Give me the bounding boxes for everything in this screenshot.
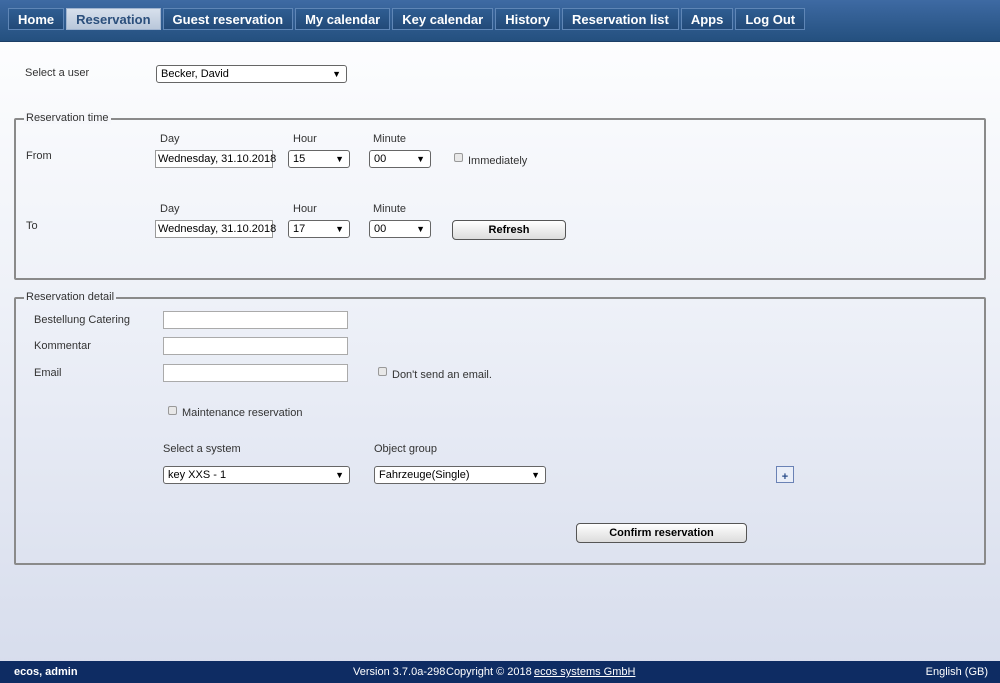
from-hour-label: Hour: [293, 133, 317, 145]
object-group-select[interactable]: Fahrzeuge(Single) ▼: [374, 466, 546, 484]
nav-my-calendar[interactable]: My calendar: [295, 8, 391, 30]
plus-icon: +: [781, 471, 789, 483]
from-minute-label: Minute: [373, 133, 407, 145]
reservation-time-legend: Reservation time: [24, 112, 111, 124]
nav-key-calendar[interactable]: Key calendar: [392, 8, 494, 30]
to-minute-value: 00: [374, 223, 387, 235]
footer-user: ecos, admin: [14, 666, 78, 678]
select-user-label: Select a user: [25, 67, 90, 79]
from-minute-value: 00: [374, 153, 387, 165]
nav-guest-reservation[interactable]: Guest reservation: [162, 8, 294, 30]
system-select[interactable]: key XXS - 1 ▼: [163, 466, 350, 484]
nav-apps[interactable]: Apps: [680, 8, 734, 30]
footer-copyright: Copyright © 2018: [446, 666, 532, 678]
system-select-value: key XXS - 1: [168, 469, 227, 481]
email-label: Email: [34, 367, 62, 379]
comment-label: Kommentar: [34, 340, 91, 352]
from-day-label: Day: [160, 133, 180, 145]
system-label: Select a system: [163, 443, 241, 455]
maintenance-label: Maintenance reservation: [182, 407, 303, 419]
footer-version: Version 3.7.0a-298: [353, 666, 446, 678]
from-label: From: [26, 150, 52, 162]
from-hour-select[interactable]: 15 ▼: [288, 150, 350, 168]
reservation-detail-panel: [14, 297, 986, 565]
immediately-label: Immediately: [468, 155, 528, 167]
catering-label: Bestellung Catering: [34, 314, 131, 326]
nav-history[interactable]: History: [495, 8, 560, 30]
to-hour-value: 17: [293, 223, 306, 235]
maintenance-checkbox[interactable]: [168, 406, 177, 415]
user-select-value: Becker, David: [161, 68, 229, 80]
comment-input[interactable]: [163, 337, 348, 355]
nav-log-out[interactable]: Log Out: [735, 8, 806, 30]
chevron-down-icon: ▼: [531, 470, 540, 480]
top-navigation-bar: Home Reservation Guest reservation My ca…: [0, 0, 1000, 42]
refresh-button[interactable]: Refresh: [452, 220, 566, 240]
to-day-label: Day: [160, 203, 180, 215]
object-group-label: Object group: [374, 443, 437, 455]
email-input[interactable]: [163, 364, 348, 382]
language-selector[interactable]: English (GB): [926, 661, 988, 683]
to-minute-select[interactable]: 00 ▼: [369, 220, 431, 238]
object-group-select-value: Fahrzeuge(Single): [379, 469, 470, 481]
from-day-field[interactable]: Wednesday, 31.10.2018: [155, 150, 276, 168]
to-hour-label: Hour: [293, 203, 317, 215]
from-hour-value: 15: [293, 153, 306, 165]
reservation-detail-legend: Reservation detail: [24, 291, 117, 303]
dont-send-email-checkbox[interactable]: [378, 367, 387, 376]
nav-reservation-list[interactable]: Reservation list: [561, 8, 679, 30]
to-day-field[interactable]: Wednesday, 31.10.2018: [155, 220, 276, 238]
chevron-down-icon: ▼: [416, 224, 425, 234]
catering-input[interactable]: [163, 311, 348, 329]
dont-send-email-label: Don't send an email.: [392, 369, 492, 381]
to-label: To: [26, 220, 38, 232]
main-nav: Home Reservation Guest reservation My ca…: [8, 8, 806, 30]
from-minute-select[interactable]: 00 ▼: [369, 150, 431, 168]
user-select[interactable]: Becker, David ▼: [156, 65, 347, 83]
to-hour-select[interactable]: 17 ▼: [288, 220, 350, 238]
to-minute-label: Minute: [373, 203, 407, 215]
confirm-reservation-button[interactable]: Confirm reservation: [576, 523, 747, 543]
footer: ecos, admin Version 3.7.0a-298 Copyright…: [0, 661, 1000, 683]
chevron-down-icon: ▼: [335, 154, 344, 164]
nav-reservation[interactable]: Reservation: [66, 8, 161, 30]
footer-company-link[interactable]: ecos systems GmbH: [534, 661, 635, 683]
chevron-down-icon: ▼: [416, 154, 425, 164]
chevron-down-icon: ▼: [335, 470, 344, 480]
chevron-down-icon: ▼: [335, 224, 344, 234]
immediately-checkbox[interactable]: [454, 153, 463, 162]
add-object-button[interactable]: +: [776, 466, 794, 483]
nav-home[interactable]: Home: [8, 8, 65, 30]
chevron-down-icon: ▼: [332, 69, 341, 79]
